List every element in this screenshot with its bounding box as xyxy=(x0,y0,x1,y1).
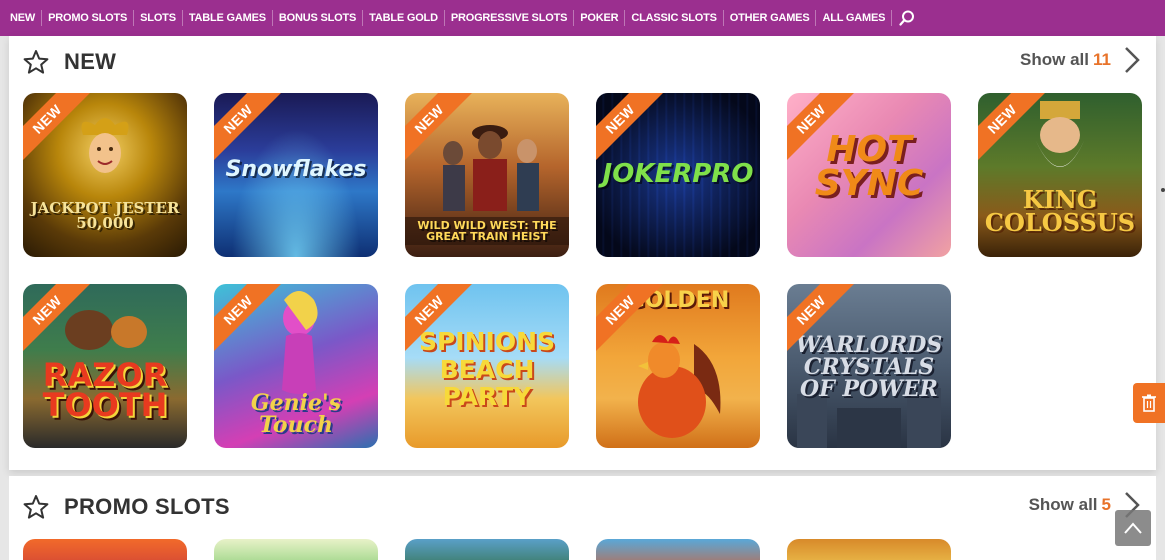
game-title: Genie's Touch xyxy=(250,390,342,438)
new-badge: NEW xyxy=(787,284,861,358)
main-nav: NEW PROMO SLOTS SLOTS TABLE GAMES BONUS … xyxy=(0,0,1165,36)
new-badge: NEW xyxy=(596,284,670,358)
promo-game-tile[interactable] xyxy=(214,539,378,560)
nav-item-poker[interactable]: POKER xyxy=(574,10,626,26)
trash-icon xyxy=(1142,394,1156,412)
chevron-right-icon[interactable] xyxy=(1122,45,1142,75)
search-icon[interactable] xyxy=(898,9,916,27)
game-tile-wild-wild-west[interactable]: WILD WILD WEST: THE GREAT TRAIN HEIST NE… xyxy=(405,93,569,257)
new-badge: NEW xyxy=(405,93,479,167)
promo-game-tile[interactable] xyxy=(405,539,569,560)
game-tile-genies-touch[interactable]: Genie's Touch NEW xyxy=(214,284,378,448)
game-title: RAZOR TOOTH xyxy=(42,356,168,425)
nav-item-classic-slots[interactable]: CLASSIC SLOTS xyxy=(625,10,724,26)
game-tile-king-colossus[interactable]: KING COLOSSUS NEW xyxy=(978,93,1142,257)
new-badge: NEW xyxy=(405,284,479,358)
new-badge: NEW xyxy=(596,93,670,167)
game-tile-snowflakes[interactable]: Snowflakes NEW xyxy=(214,93,378,257)
promo-slots-section: PROMO SLOTS Show all 5 xyxy=(9,476,1156,560)
new-badge: NEW xyxy=(214,284,288,358)
section-title: PROMO SLOTS xyxy=(64,494,230,519)
star-outline-icon xyxy=(23,50,49,74)
game-tile-jackpot-jester[interactable]: JACKPOT JESTER 50,000 NEW xyxy=(23,93,187,257)
show-all-label: Show all xyxy=(1020,50,1090,69)
game-tile-jokerpro[interactable]: JOKERPRO NEW xyxy=(596,93,760,257)
nav-item-table-games[interactable]: TABLE GAMES xyxy=(183,10,273,26)
star-outline-icon xyxy=(23,495,49,519)
game-tile-warlords[interactable]: WARLORDS CRYSTALS OF POWER NEW xyxy=(787,284,951,448)
new-section: NEW Show all 11 JACKPOT JESTER 50,000 NEW… xyxy=(9,36,1156,470)
promo-section-header: PROMO SLOTS Show all 5 xyxy=(9,476,1156,524)
show-all-link[interactable]: Show all 5 xyxy=(1029,495,1111,515)
show-all-label: Show all xyxy=(1028,495,1098,514)
new-badge: NEW xyxy=(23,93,97,167)
game-tile-golden[interactable]: GOLDEN NEW xyxy=(596,284,760,448)
nav-item-new[interactable]: NEW xyxy=(4,10,43,26)
game-tile-spinions[interactable]: SPINIONS BEACH PARTY NEW xyxy=(405,284,569,448)
chevron-up-icon xyxy=(1124,522,1142,534)
scroll-indicator xyxy=(1161,188,1165,192)
new-badge: NEW xyxy=(787,93,861,167)
new-badge: NEW xyxy=(214,93,288,167)
nav-item-promo-slots[interactable]: PROMO SLOTS xyxy=(42,10,135,26)
new-badge: NEW xyxy=(23,284,97,358)
new-badge: NEW xyxy=(978,93,1052,167)
side-tab-button[interactable] xyxy=(1133,383,1165,423)
game-title: WILD WILD WEST: THE GREAT TRAIN HEIST xyxy=(405,217,569,245)
game-tile-razor-tooth[interactable]: RAZOR TOOTH NEW xyxy=(23,284,187,448)
section-title: NEW xyxy=(64,49,117,74)
game-tile-hot-sync[interactable]: HOT SYNC NEW xyxy=(787,93,951,257)
show-all-count: 11 xyxy=(1093,50,1111,69)
promo-game-tile[interactable] xyxy=(787,539,951,560)
promo-game-tile[interactable] xyxy=(596,539,760,560)
nav-item-progressive-slots[interactable]: PROGRESSIVE SLOTS xyxy=(445,10,575,26)
game-title: JACKPOT JESTER 50,000 xyxy=(30,199,180,232)
scroll-to-top-button[interactable] xyxy=(1115,510,1151,546)
nav-item-other-games[interactable]: OTHER GAMES xyxy=(724,10,817,26)
show-all-link[interactable]: Show all 11 xyxy=(1020,50,1111,70)
nav-item-slots[interactable]: SLOTS xyxy=(134,10,183,26)
new-section-header: NEW Show all 11 xyxy=(9,36,1156,84)
show-all-count: 5 xyxy=(1101,495,1111,514)
nav-item-all-games[interactable]: ALL GAMES xyxy=(816,10,893,26)
nav-item-bonus-slots[interactable]: BONUS SLOTS xyxy=(273,10,364,26)
promo-game-tile[interactable] xyxy=(23,539,187,560)
nav-item-table-gold[interactable]: TABLE GOLD xyxy=(363,10,445,26)
game-title: KING COLOSSUS xyxy=(984,185,1136,237)
